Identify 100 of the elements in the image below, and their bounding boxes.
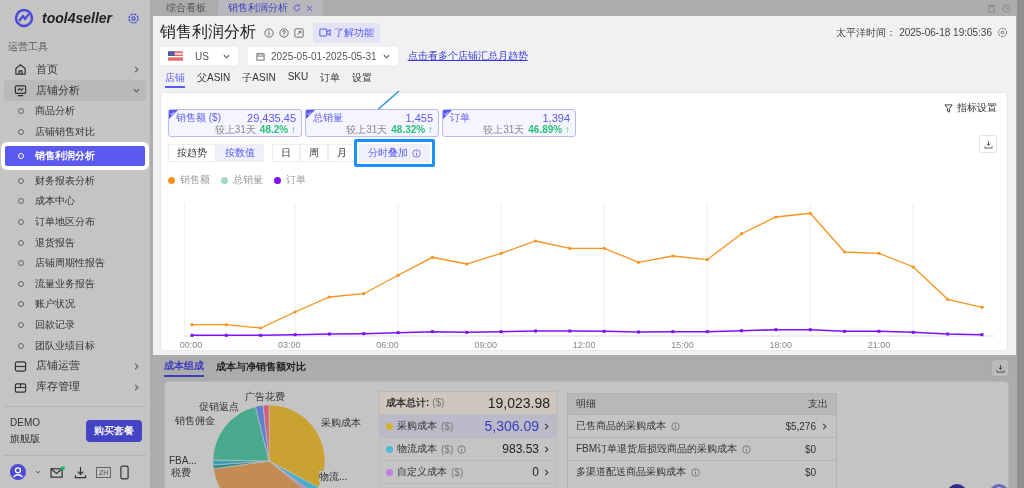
unit-label: ($): [451, 466, 464, 478]
chevron-right-icon: [543, 445, 550, 453]
phone-icon[interactable]: [120, 464, 130, 480]
cost-total-value: 19,023.98: [487, 395, 550, 411]
help-icon[interactable]: [279, 27, 289, 38]
country-select[interactable]: US: [160, 47, 238, 65]
chevron-right-icon: [133, 66, 140, 73]
avatar-icon[interactable]: [10, 464, 26, 480]
axis-label: 09:00: [473, 340, 499, 350]
cost-tab[interactable]: 成本与净销售额对比: [216, 360, 306, 376]
brand-name: tool4seller: [42, 10, 114, 26]
nav-subitem[interactable]: 流量业务报告: [4, 273, 146, 295]
chevron-right-icon[interactable]: [821, 422, 828, 430]
change-value: 48.2% ↑: [259, 124, 296, 136]
info-icon[interactable]: [264, 27, 274, 38]
nav-subitem[interactable]: 成本中心: [4, 190, 146, 212]
buy-plan-button[interactable]: 购买套餐: [86, 420, 142, 442]
mode-toggle[interactable]: 按趋势: [168, 144, 216, 162]
granularity-toggle[interactable]: 周: [300, 144, 328, 162]
table-cell: $5,276: [785, 420, 816, 432]
download-button[interactable]: [991, 359, 1009, 377]
summary-trend-link[interactable]: 点击看多个店铺汇总月趋势: [407, 49, 528, 63]
granularity-toggle[interactable]: 月: [328, 144, 356, 162]
timezone-time: 太平洋时间： 2025-06-18 19:05:36: [836, 25, 992, 40]
view-tab[interactable]: 店铺: [165, 71, 185, 88]
mail-icon[interactable]: [50, 465, 65, 479]
settings-icon[interactable]: [127, 11, 140, 25]
nav-subitem[interactable]: 商品分析: [4, 101, 146, 122]
table-cell: 已售商品的采购成本: [576, 419, 666, 433]
nav-subitem[interactable]: 财务报表分析: [4, 170, 146, 191]
granularity-toggle[interactable]: 分时叠加: [359, 144, 430, 162]
metric-label: 订单: [450, 112, 470, 124]
nav-subitem[interactable]: 退货报告: [4, 232, 146, 253]
axis-label: 12:00: [571, 340, 597, 350]
metric-settings-button[interactable]: 指标设置: [944, 101, 997, 115]
date-range-select[interactable]: 2025-05-01-2025-05-31: [248, 47, 398, 65]
nav-subitem[interactable]: 店铺销售对比: [4, 121, 146, 143]
cost-row[interactable]: 物流成本 ($) 983.53: [379, 438, 557, 461]
table-cell: $0: [804, 466, 816, 478]
pie-label: 税费: [171, 467, 191, 478]
column-header: 支出: [808, 397, 828, 411]
metric-card[interactable]: 销售额 ($) 29,435.45 较上31天 48.2% ↑: [168, 109, 302, 137]
external-link-icon[interactable]: [294, 27, 304, 38]
section-label: 运营工具: [7, 40, 49, 54]
download-icon[interactable]: [74, 465, 87, 479]
scrollbar[interactable]: [1017, 0, 1024, 488]
nav-subitem[interactable]: 回款记录: [4, 314, 146, 336]
table-cell: 多渠道配送商品采购成本: [576, 465, 686, 479]
nav-subitem[interactable]: 账户状况: [4, 294, 146, 315]
compare-label: 较上31天: [346, 124, 388, 136]
plan-name: DEMO: [10, 416, 40, 430]
cost-value: 983.53: [502, 442, 539, 456]
cost-tab[interactable]: 成本组成: [164, 359, 204, 377]
axis-label: 03:00: [277, 340, 302, 350]
view-tab[interactable]: SKU: [287, 71, 309, 88]
settings-icon[interactable]: [997, 27, 1008, 38]
store-icon: [14, 359, 27, 373]
cost-label: 自定义成本: [397, 465, 447, 479]
unit-label: ($): [441, 420, 454, 432]
compare-label: 较上31天: [214, 124, 256, 136]
nav-subitem[interactable]: 销售利润分析: [1, 142, 149, 171]
download-icon: [995, 363, 1005, 373]
pie-label: 采购成本: [321, 417, 361, 428]
nav-item[interactable]: 店铺运营: [4, 355, 146, 377]
logo-icon: [14, 8, 34, 28]
granularity-toggle[interactable]: 日: [272, 144, 300, 162]
cost-value: 5,306.09: [484, 418, 539, 434]
refresh-icon[interactable]: [293, 4, 301, 12]
metric-card[interactable]: 总销量 1,455 较上31天 48.32% ↑: [305, 109, 439, 137]
caret-icon[interactable]: [35, 469, 41, 475]
view-tab[interactable]: 子ASIN: [242, 71, 276, 88]
view-tab[interactable]: 设置: [352, 71, 373, 88]
nav-subitem[interactable]: 订单地区分布: [4, 211, 146, 233]
pie-label: 物流...: [319, 471, 348, 482]
nav-item[interactable]: 店铺分析: [4, 80, 146, 102]
cost-label: 采购成本: [397, 419, 437, 433]
chevron-right-icon: [543, 422, 550, 430]
metric-label: 销售额 ($): [176, 112, 221, 124]
nav-subitem[interactable]: 团队业绩目标: [4, 335, 146, 356]
page-tab[interactable]: 销售利润分析: [218, 0, 323, 16]
pie-label: 广告花费: [245, 391, 285, 402]
axis-label: 15:00: [670, 340, 695, 350]
cost-row[interactable]: 采购成本 ($) 5,306.09: [379, 415, 557, 438]
home-icon: [14, 63, 27, 76]
page-tab[interactable]: 综合看板: [156, 0, 216, 16]
chevron-down-icon: [133, 87, 140, 94]
monitor-icon: [14, 84, 27, 97]
chevron-down-icon: [382, 52, 390, 60]
nav-item[interactable]: 首页: [4, 59, 146, 80]
cost-row[interactable]: 自定义成本 ($) 0: [379, 461, 557, 484]
learn-feature-button[interactable]: 了解功能: [313, 22, 380, 43]
view-tab[interactable]: 订单: [320, 71, 341, 88]
metric-value: 1,455: [405, 112, 433, 124]
nav-item[interactable]: 库存管理: [4, 377, 146, 398]
flag-icon: [168, 51, 183, 61]
view-tab[interactable]: 父ASIN: [197, 71, 231, 88]
nav-subitem[interactable]: 店铺周期性报告: [4, 252, 146, 274]
mode-toggle[interactable]: 按数值: [216, 144, 264, 162]
close-icon[interactable]: [306, 4, 313, 12]
metric-card[interactable]: 订单 1,394 较上31天 46.89% ↑: [442, 109, 576, 137]
